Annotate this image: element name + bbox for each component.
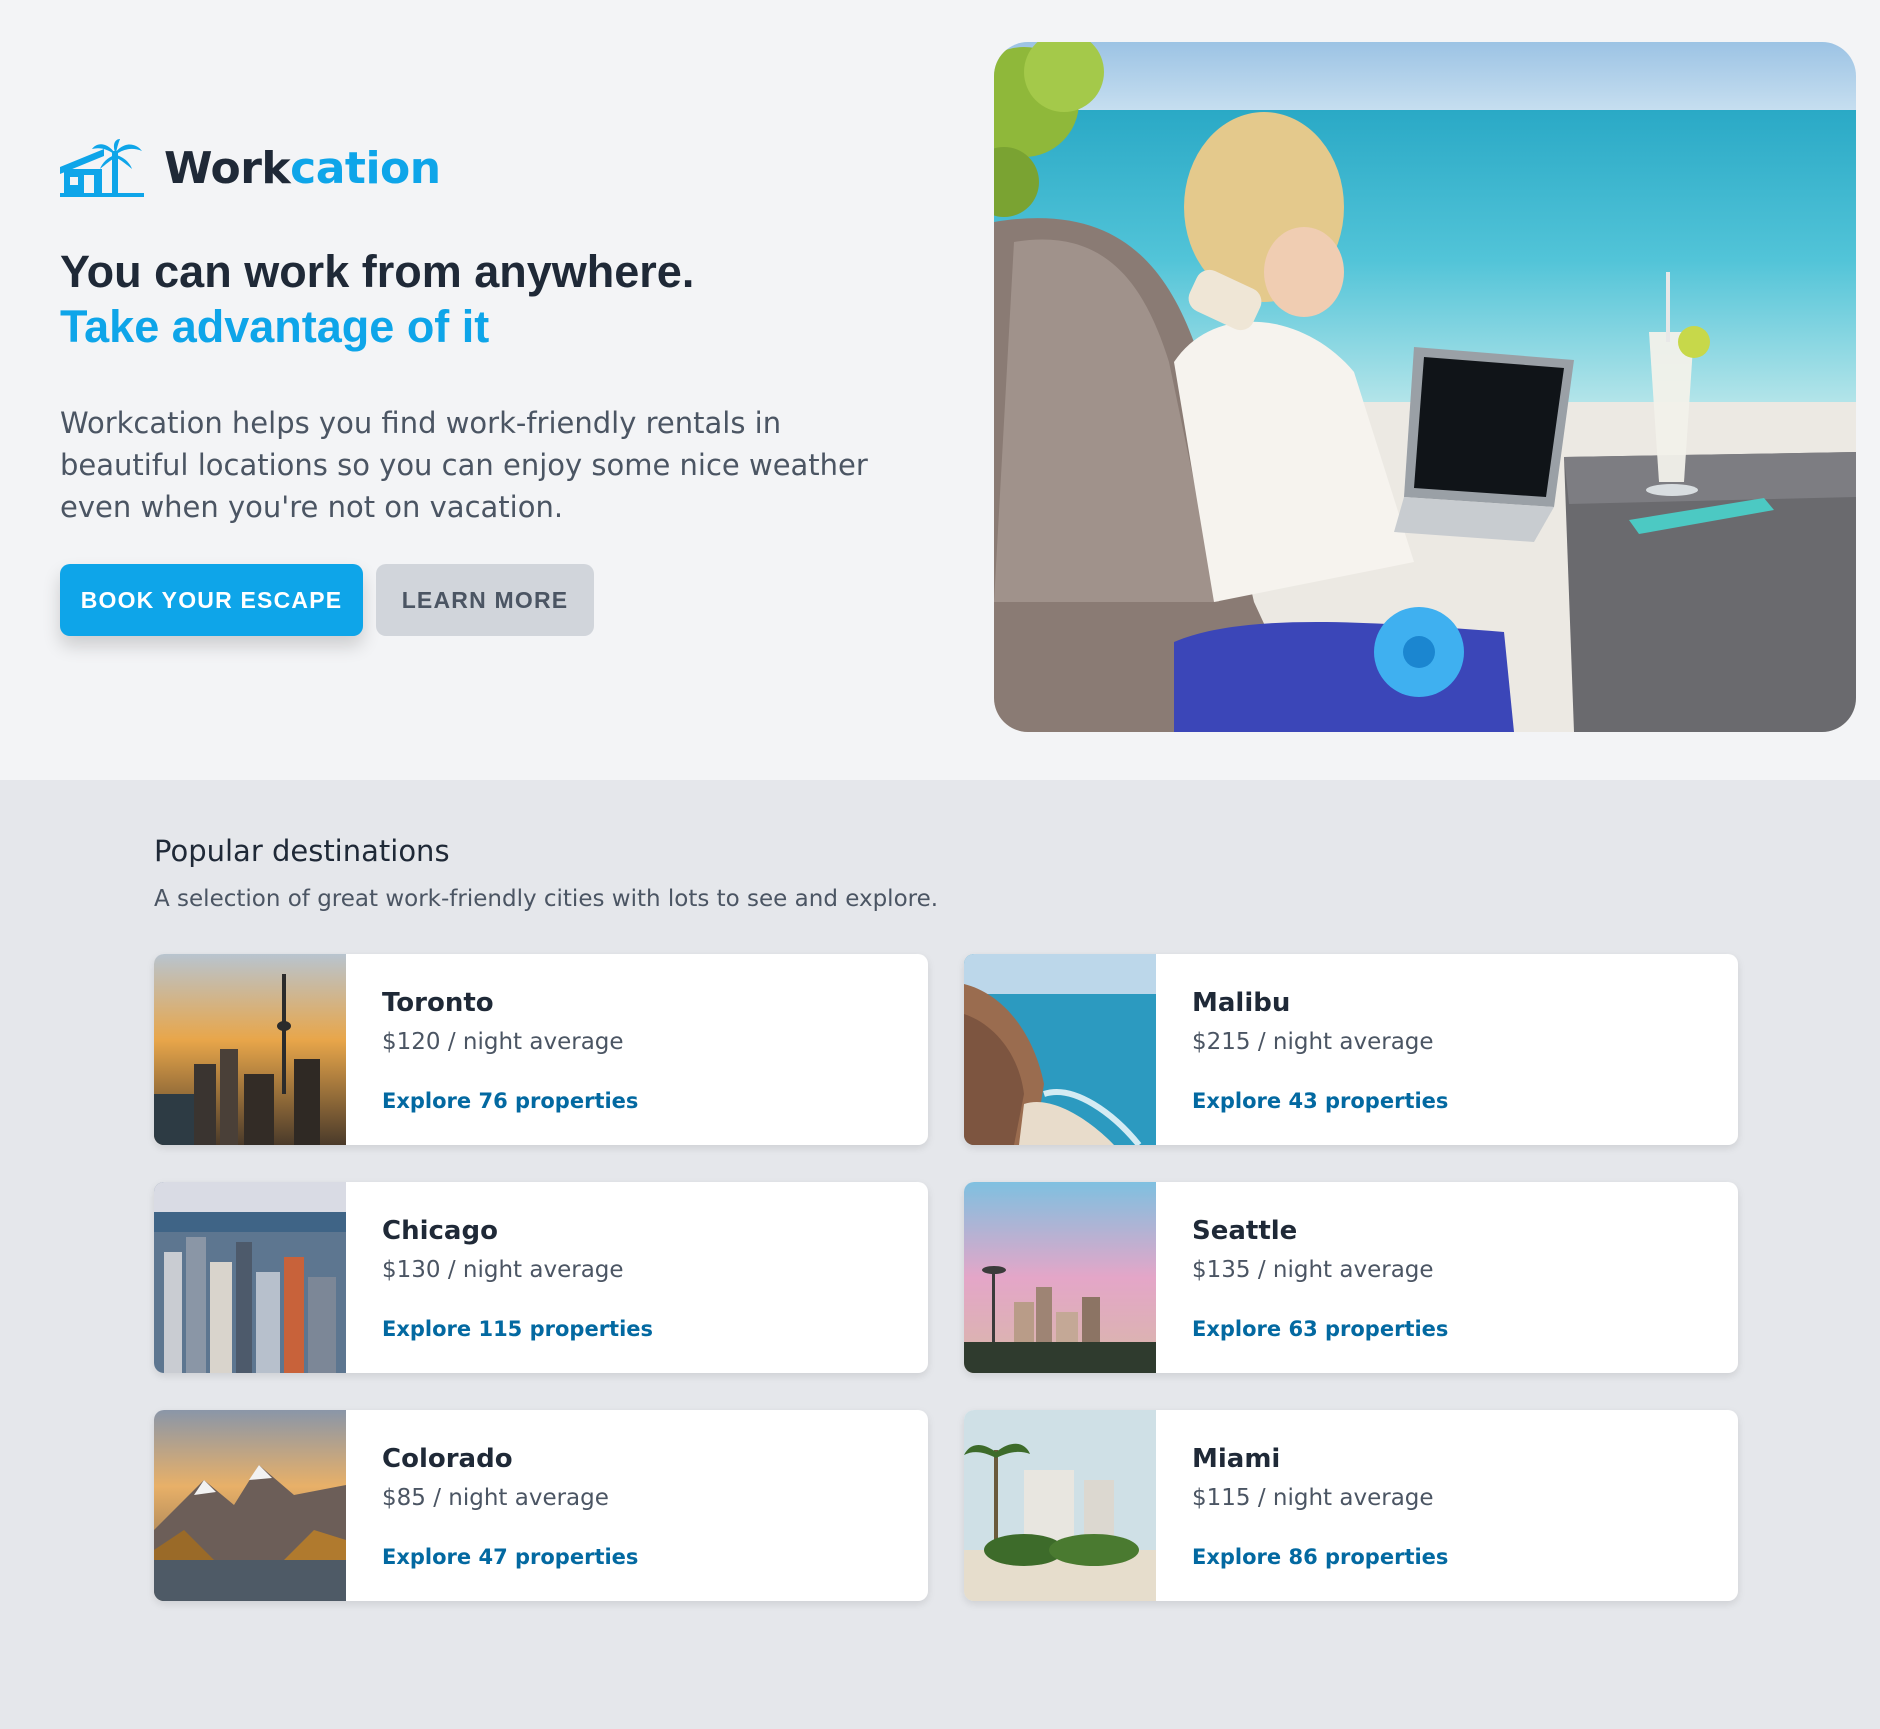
city-name: Chicago [382,1216,498,1246]
hero-beach-photo [994,42,1856,732]
hero-section: Workcation You can work from anywhere. T… [0,0,1880,780]
explore-properties-link[interactable]: Explore 76 properties [382,1089,638,1113]
explore-properties-link[interactable]: Explore 43 properties [1192,1089,1448,1113]
chicago-photo [154,1182,346,1373]
workcation-logo[interactable]: Workcation [60,138,441,198]
destination-card-colorado[interactable]: Colorado $85 / night average Explore 47 … [154,1410,928,1601]
brand-name: Workcation [164,142,441,194]
learn-more-button[interactable]: LEARN MORE [376,564,594,636]
destination-card-malibu[interactable]: Malibu $215 / night average Explore 43 p… [964,954,1738,1145]
seattle-photo [964,1182,1156,1373]
city-price: $115 / night average [1192,1485,1434,1511]
hero-description: Workcation helps you find work-friendly … [60,406,868,524]
explore-properties-link[interactable]: Explore 63 properties [1192,1317,1448,1341]
city-price: $85 / night average [382,1485,609,1511]
book-your-escape-button[interactable]: BOOK YOUR ESCAPE [60,564,363,636]
destination-card-seattle[interactable]: Seattle $135 / night average Explore 63 … [964,1182,1738,1373]
explore-properties-link[interactable]: Explore 115 properties [382,1317,653,1341]
city-name: Malibu [1192,988,1291,1018]
destination-card-chicago[interactable]: Chicago $130 / night average Explore 115… [154,1182,928,1373]
city-price: $120 / night average [382,1029,624,1055]
city-price: $135 / night average [1192,1257,1434,1283]
city-name: Toronto [382,988,494,1018]
colorado-photo [154,1410,346,1601]
miami-photo [964,1410,1156,1601]
explore-properties-link[interactable]: Explore 86 properties [1192,1545,1448,1569]
city-name: Miami [1192,1444,1281,1474]
destination-card-toronto[interactable]: Toronto $120 / night average Explore 76 … [154,954,928,1145]
city-name: Colorado [382,1444,513,1474]
city-price: $130 / night average [382,1257,624,1283]
headline-line-1: You can work from anywhere. [60,246,695,297]
city-price: $215 / night average [1192,1029,1434,1055]
section-subtitle: A selection of great work-friendly citie… [154,886,939,912]
hero-headline: You can work from anywhere. Take advanta… [60,244,920,354]
toronto-photo [154,954,346,1145]
headline-line-2: Take advantage of it [60,301,490,352]
beach-house-icon [60,139,144,197]
destination-card-miami[interactable]: Miami $115 / night average Explore 86 pr… [964,1410,1738,1601]
explore-properties-link[interactable]: Explore 47 properties [382,1545,638,1569]
section-title: Popular destinations [154,834,450,868]
city-name: Seattle [1192,1216,1298,1246]
malibu-photo [964,954,1156,1145]
